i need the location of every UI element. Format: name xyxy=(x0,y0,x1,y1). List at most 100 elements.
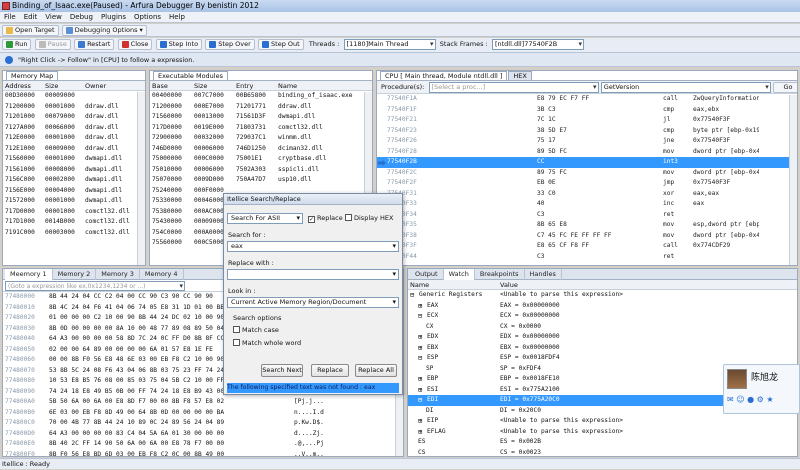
table-row[interactable]: 71200000 00001000 ddraw.dll xyxy=(3,102,145,113)
disasm-row[interactable]: 77540F38C7 45 FC FE FF FF FFmovdword ptr… xyxy=(377,231,797,242)
threads-select[interactable]: [1180]Main Thread xyxy=(343,39,436,50)
settings-icon[interactable]: ⚙ xyxy=(757,395,764,404)
watch-row[interactable]: ⊟ ECX ECX = 0x00000000 xyxy=(408,311,797,322)
mic-icon[interactable]: ● xyxy=(747,395,754,404)
goto-expression-input[interactable]: (Goto a expression like ex,0x1234,1234 o… xyxy=(5,281,185,291)
match-case-checkbox[interactable]: Match case xyxy=(233,326,279,335)
disasm-row[interactable]: 77540F23 38 5D E7 cmp byte ptr [ebp-0x19],b… xyxy=(377,126,797,137)
display-hex-checkbox[interactable]: Display HEX xyxy=(345,214,393,223)
col-owner[interactable]: Owner xyxy=(83,81,133,92)
star-icon[interactable]: ★ xyxy=(766,395,773,404)
menu-file[interactable]: File xyxy=(0,12,20,23)
disasm-row[interactable]: 77540F28 89 5D FC mov dword ptr [ebp-0x4],e… xyxy=(377,147,797,158)
expand-icon[interactable]: ⊞ xyxy=(418,416,425,427)
mail-icon[interactable]: ✉ xyxy=(727,395,734,404)
table-row[interactable]: 7191C000 00003000 comctl32.dll xyxy=(3,228,145,239)
disasm-row[interactable]: 77540F21 7C 1C jl 0x77540F3F xyxy=(377,115,797,126)
table-row[interactable]: 717D0000 0019E000 71803731 comctl32.dll xyxy=(150,123,372,134)
table-row[interactable]: 717D0000 00001000 comctl32.dll xyxy=(3,207,145,218)
watch-row[interactable]: ⊞ EAX EAX = 0x00000000 xyxy=(408,301,797,312)
table-row[interactable]: 71572000 00001000 dwmapi.dll xyxy=(3,196,145,207)
expand-icon[interactable]: ⊞ xyxy=(418,332,425,343)
disasm-row[interactable]: 77540F44C3ret xyxy=(377,252,797,263)
col-entry[interactable]: Entry xyxy=(234,81,276,92)
expand-icon[interactable]: ⊞ xyxy=(418,385,425,396)
tab-memory-1[interactable]: Meemory 1 xyxy=(5,269,53,280)
table-row[interactable]: 72900000 00032000 729037C1 winmm.dll xyxy=(150,133,372,144)
col-value[interactable]: Value xyxy=(498,280,698,291)
table-row[interactable]: 71200000 000E7000 71201771 ddraw.dll xyxy=(150,102,372,113)
disasm-row[interactable]: 77540F2C 89 75 FC mov dword ptr [ebp-0x4],e… xyxy=(377,168,797,179)
col-size[interactable]: Size xyxy=(43,81,83,92)
expand-icon[interactable]: ⊞ xyxy=(418,427,425,438)
menu-plugins[interactable]: Plugins xyxy=(97,12,130,23)
collapse-icon[interactable]: ⊟ xyxy=(410,290,417,301)
step-into-button[interactable]: Step Into xyxy=(155,39,203,50)
tab-watch[interactable]: Watch xyxy=(443,269,475,280)
table-row[interactable]: 71560000 00001000 dwmapi.dll xyxy=(3,154,145,165)
stack-frames-select[interactable]: [ntdll.dll]77540F2B xyxy=(491,39,584,50)
disasm-row[interactable]: 77540F358B 65 E8movesp,dword ptr [ebp-0x… xyxy=(377,220,797,231)
hex-row[interactable]: 774800C0 70 00 4B 77 8B 44 24 10 89 0C 24… xyxy=(3,418,403,429)
collapse-icon[interactable]: ⊟ xyxy=(418,353,425,364)
disasm-row[interactable]: 77540F3FE8 65 CF F8 FFcall0x774CDF29 xyxy=(377,241,797,252)
replace-button[interactable]: Replace xyxy=(311,364,349,377)
step-over-button[interactable]: Step Over xyxy=(205,39,255,50)
menu-help[interactable]: Help xyxy=(165,12,189,23)
table-row[interactable]: 00D30000 00009000 xyxy=(3,91,145,102)
hex-tab[interactable]: HEX xyxy=(508,71,532,80)
hex-row[interactable]: 774800A0 5B 50 6A 00 6A 00 E8 8D F7 00 00… xyxy=(3,397,403,408)
restart-button[interactable]: Restart xyxy=(74,39,115,50)
table-row[interactable]: 71201000 00079000 ddraw.dll xyxy=(3,112,145,123)
look-in-select[interactable]: Current Active Memory Region/Document xyxy=(227,297,399,308)
menu-edit[interactable]: Edit xyxy=(20,12,42,23)
go-button[interactable]: Go xyxy=(773,82,797,93)
menu-options[interactable]: Options xyxy=(130,12,165,23)
col-address[interactable]: Address xyxy=(3,81,43,92)
hex-row[interactable]: 774800B0 6E 03 00 EB F8 8D 49 00 64 8B 0D… xyxy=(3,408,403,419)
disasm-row[interactable]: 77540F26 75 17 jne 0x77540F3F xyxy=(377,136,797,147)
watch-row[interactable]: ⊞ EBX EBX = 0x00000000 xyxy=(408,343,797,354)
table-row[interactable]: 71560000 00013000 71561D3F dwmapi.dll xyxy=(150,112,372,123)
disasm-row[interactable]: 77540F3340inceax xyxy=(377,199,797,210)
tab-memory-2[interactable]: Memory 2 xyxy=(53,269,97,280)
step-out-button[interactable]: Step Out xyxy=(258,39,304,50)
search-for-input[interactable]: eax xyxy=(227,241,399,252)
col-base[interactable]: Base xyxy=(150,81,192,92)
col-name[interactable]: Name xyxy=(408,280,498,291)
table-row[interactable]: 7156C000 00002000 dwmapi.dll xyxy=(3,175,145,186)
disasm-row[interactable]: 77540F1A E8 79 EC F7 FF call ZwQueryInforma… xyxy=(377,94,797,105)
menu-view[interactable]: View xyxy=(41,12,66,23)
pause-button[interactable]: Pause xyxy=(34,39,71,50)
table-row[interactable]: 75000000 000C0000 75001E1 cryptbase.dll xyxy=(150,154,372,165)
match-whole-word-checkbox[interactable]: Match whole word xyxy=(233,339,301,348)
disasm-row[interactable]: 77540F2B CC int3 xyxy=(377,157,797,168)
watch-row[interactable]: CX CX = 0x0000 xyxy=(408,322,797,333)
table-row[interactable]: 712E0000 00001000 ddraw.dll xyxy=(3,133,145,144)
expand-icon[interactable]: ⊞ xyxy=(418,374,425,385)
run-button[interactable]: Run xyxy=(2,39,32,50)
collapse-icon[interactable]: ⊟ xyxy=(418,395,425,406)
expand-icon[interactable]: ⊞ xyxy=(418,343,425,354)
tab-breakpoints[interactable]: Breakpoints xyxy=(475,269,525,280)
proc-name-select[interactable]: GetVersion xyxy=(600,82,771,93)
replace-with-input[interactable] xyxy=(227,269,399,280)
disasm-row[interactable]: 77540F1F 3B C3 cmp eax,ebx xyxy=(377,105,797,116)
scrollbar[interactable] xyxy=(137,92,145,265)
search-next-button[interactable]: Search Next xyxy=(261,364,303,377)
table-row[interactable]: 00400000 007C7000 00B65800 binding_of_isaac… xyxy=(150,91,372,102)
table-row[interactable]: 71561000 00008000 dwmapi.dll xyxy=(3,165,145,176)
watch-row[interactable]: ⊞ EFLAG <Unable to parse this expression> xyxy=(408,427,797,438)
table-row[interactable]: 746D0000 00006000 746D1250 dciman32.dll xyxy=(150,144,372,155)
open-target-button[interactable]: Open Target xyxy=(2,25,59,36)
tab-output[interactable]: Output xyxy=(410,269,444,280)
close-button[interactable]: Close xyxy=(117,39,153,50)
replace-all-button[interactable]: Replace All xyxy=(355,364,397,377)
table-row[interactable]: 75070000 0009D000 750A47D7 usp10.dll xyxy=(150,175,372,186)
watch-row[interactable]: ES ES = 0x002B xyxy=(408,437,797,448)
table-row[interactable]: 717D1000 0014B000 comctl32.dll xyxy=(3,217,145,228)
tab-memory-4[interactable]: Memory 4 xyxy=(140,269,184,280)
col-name[interactable]: Name xyxy=(276,81,361,92)
expand-icon[interactable]: ⊞ xyxy=(418,301,425,312)
scrollbar[interactable] xyxy=(789,95,797,265)
